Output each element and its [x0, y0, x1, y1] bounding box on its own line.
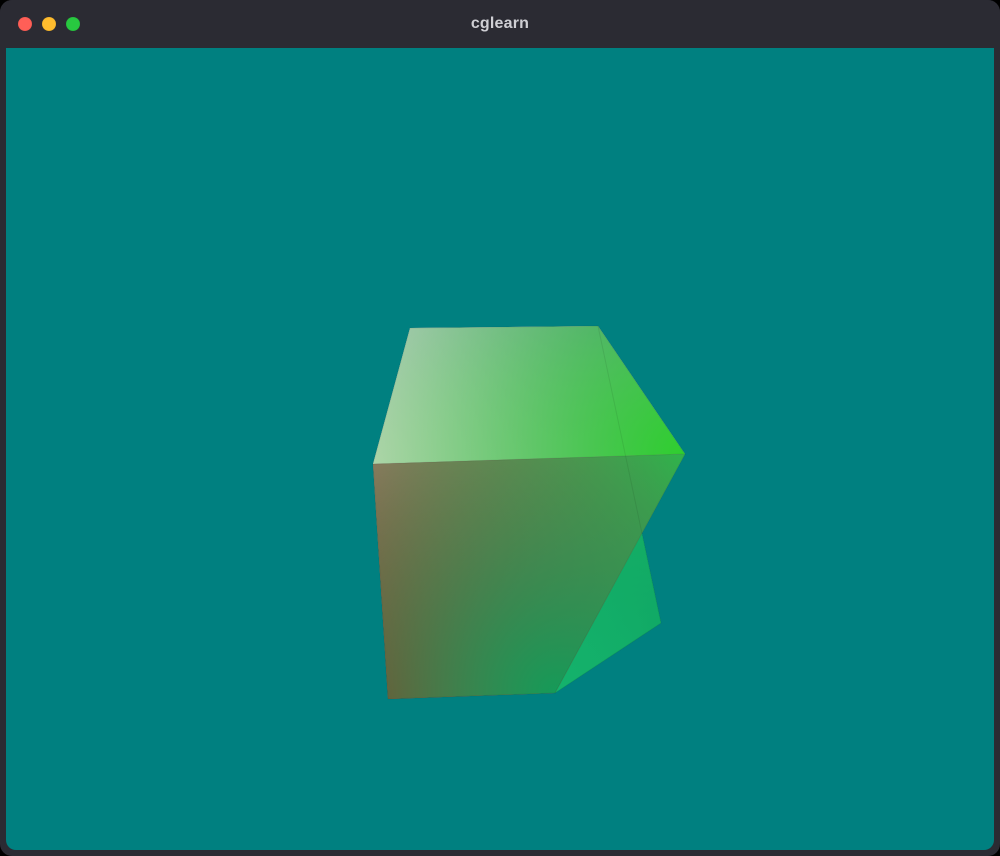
cube-face-front — [346, 428, 726, 738]
window-title: cglearn — [471, 15, 529, 33]
titlebar[interactable]: cglearn — [0, 0, 1000, 48]
title-area: cglearn — [0, 15, 1000, 33]
zoom-icon[interactable] — [66, 17, 80, 31]
app-window: cglearn — [0, 0, 1000, 856]
traffic-lights — [18, 17, 80, 31]
minimize-icon[interactable] — [42, 17, 56, 31]
close-icon[interactable] — [18, 17, 32, 31]
rendered-cube — [6, 48, 994, 850]
render-viewport[interactable] — [6, 48, 994, 850]
